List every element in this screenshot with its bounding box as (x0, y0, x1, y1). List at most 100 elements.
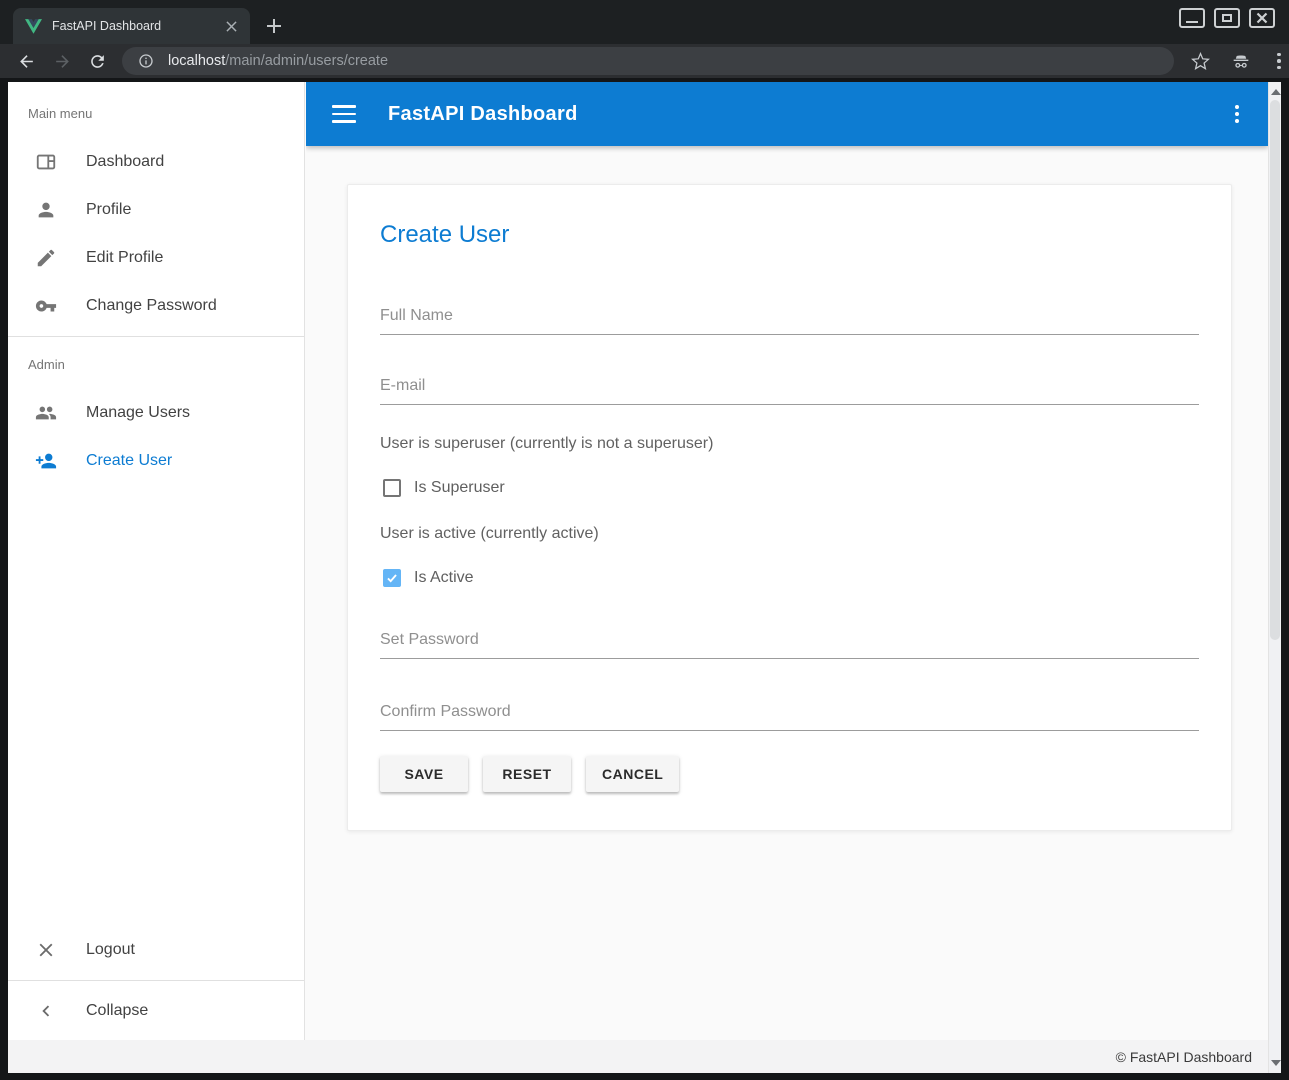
new-tab-button[interactable] (262, 14, 286, 38)
appbar: FastAPI Dashboard (306, 82, 1268, 146)
window-controls (1179, 8, 1275, 28)
full-name-input[interactable] (380, 303, 1199, 335)
active-checkbox-label: Is Active (414, 569, 474, 587)
confirm-password-field (380, 699, 1199, 731)
arrow-right-icon (53, 52, 72, 71)
forward-button[interactable] (50, 49, 74, 73)
superuser-checkbox[interactable] (383, 479, 401, 497)
tab-title: FastAPI Dashboard (52, 19, 222, 33)
people-icon (34, 401, 58, 425)
page-scrollbar[interactable] (1268, 82, 1281, 1073)
bookmark-button[interactable] (1188, 49, 1212, 73)
confirm-password-input[interactable] (380, 699, 1199, 731)
browser-tab[interactable]: FastAPI Dashboard (13, 8, 250, 44)
scroll-up-arrow-icon[interactable] (1271, 89, 1281, 95)
sidebar-item-manage-users[interactable]: Manage Users (8, 389, 304, 437)
appbar-menu-button[interactable] (1228, 105, 1246, 123)
sidebar-main-items: Dashboard Profile Edit Profile (8, 134, 304, 330)
tab-close-icon[interactable] (222, 17, 240, 35)
sidebar-item-change-password[interactable]: Change Password (8, 282, 304, 330)
vue-logo-icon (25, 19, 42, 34)
info-icon (138, 53, 154, 69)
back-button[interactable] (14, 49, 38, 73)
sidebar-item-create-user[interactable]: Create User (8, 437, 304, 485)
sidebar: Main menu Dashboard Profile (8, 82, 305, 1040)
dashboard-icon (34, 150, 58, 174)
set-password-input[interactable] (380, 627, 1199, 659)
person-add-icon (34, 449, 58, 473)
hamburger-menu-button[interactable] (332, 105, 356, 123)
reload-icon (88, 52, 107, 71)
sidebar-item-label: Change Password (86, 297, 217, 315)
save-button[interactable]: SAVE (380, 756, 468, 792)
maximize-button[interactable] (1214, 8, 1240, 28)
browser-titlebar: FastAPI Dashboard (0, 0, 1289, 44)
sidebar-item-profile[interactable]: Profile (8, 186, 304, 234)
reload-button[interactable] (85, 49, 109, 73)
sidebar-item-label: Logout (86, 941, 135, 959)
active-hint: User is active (currently active) (380, 525, 1199, 543)
hamburger-icon (332, 105, 356, 108)
sidebar-item-label: Profile (86, 201, 131, 219)
sidebar-admin-items: Manage Users Create User (8, 385, 304, 485)
sidebar-bottom: Logout Collapse (8, 926, 304, 1035)
person-icon (34, 198, 58, 222)
minimize-icon (1186, 21, 1198, 23)
cancel-button[interactable]: CANCEL (586, 756, 679, 792)
page-info-button[interactable] (134, 49, 158, 73)
main-content: FastAPI Dashboard Create User User is su… (306, 82, 1268, 1040)
url-path: /main/admin/users/create (225, 53, 388, 69)
email-input[interactable] (380, 373, 1199, 405)
close-icon (1256, 12, 1268, 24)
superuser-hint: User is superuser (currently is not a su… (380, 435, 1199, 453)
sidebar-item-label: Create User (86, 452, 172, 470)
scrollbar-thumb[interactable] (1270, 100, 1280, 640)
sidebar-item-logout[interactable]: Logout (8, 926, 304, 974)
sidebar-item-collapse[interactable]: Collapse (8, 987, 304, 1035)
sidebar-divider (8, 980, 304, 981)
url-text: localhost/main/admin/users/create (168, 53, 388, 69)
reset-button[interactable]: RESET (483, 756, 571, 792)
key-icon (34, 294, 58, 318)
sidebar-item-edit-profile[interactable]: Edit Profile (8, 234, 304, 282)
address-bar[interactable]: localhost/main/admin/users/create (122, 47, 1174, 75)
sidebar-item-label: Edit Profile (86, 249, 163, 267)
active-checkbox[interactable] (383, 569, 401, 587)
appbar-title: FastAPI Dashboard (388, 103, 578, 126)
arrow-left-icon (17, 52, 36, 71)
sidebar-item-label: Manage Users (86, 404, 190, 422)
minimize-button[interactable] (1179, 8, 1205, 28)
scroll-down-arrow-icon[interactable] (1271, 1060, 1281, 1066)
set-password-field (380, 627, 1199, 659)
browser-menu-button[interactable] (1270, 53, 1288, 70)
chevron-left-icon (34, 999, 58, 1023)
sidebar-item-label: Collapse (86, 1002, 148, 1020)
star-icon (1191, 52, 1210, 71)
page-footer: © FastAPI Dashboard (8, 1040, 1268, 1073)
create-user-card: Create User User is superuser (currently… (347, 184, 1232, 831)
toolbar-right (1188, 49, 1288, 73)
page-viewport: Main menu Dashboard Profile (8, 82, 1281, 1073)
sidebar-item-label: Dashboard (86, 153, 164, 171)
full-name-field (380, 303, 1199, 335)
sidebar-item-dashboard[interactable]: Dashboard (8, 138, 304, 186)
close-window-button[interactable] (1249, 8, 1275, 28)
form-actions: SAVE RESET CANCEL (380, 756, 1199, 792)
email-field (380, 373, 1199, 405)
close-icon (34, 938, 58, 962)
sidebar-divider (8, 336, 304, 337)
page-title: Create User (380, 219, 1199, 251)
superuser-checkbox-row[interactable]: Is Superuser (380, 479, 1199, 497)
check-icon (385, 571, 399, 585)
kebab-menu-icon (1277, 53, 1281, 57)
copyright-text: © FastAPI Dashboard (1116, 1049, 1252, 1065)
sidebar-section-admin: Admin (8, 343, 304, 385)
maximize-icon (1222, 14, 1232, 22)
browser-toolbar: localhost/main/admin/users/create (0, 44, 1289, 78)
kebab-menu-icon (1235, 105, 1239, 109)
sidebar-section-main-menu: Main menu (8, 92, 304, 134)
browser-window: FastAPI Dashboard (0, 0, 1289, 1080)
incognito-icon (1229, 49, 1253, 73)
superuser-checkbox-label: Is Superuser (414, 479, 505, 497)
active-checkbox-row[interactable]: Is Active (380, 569, 1199, 587)
